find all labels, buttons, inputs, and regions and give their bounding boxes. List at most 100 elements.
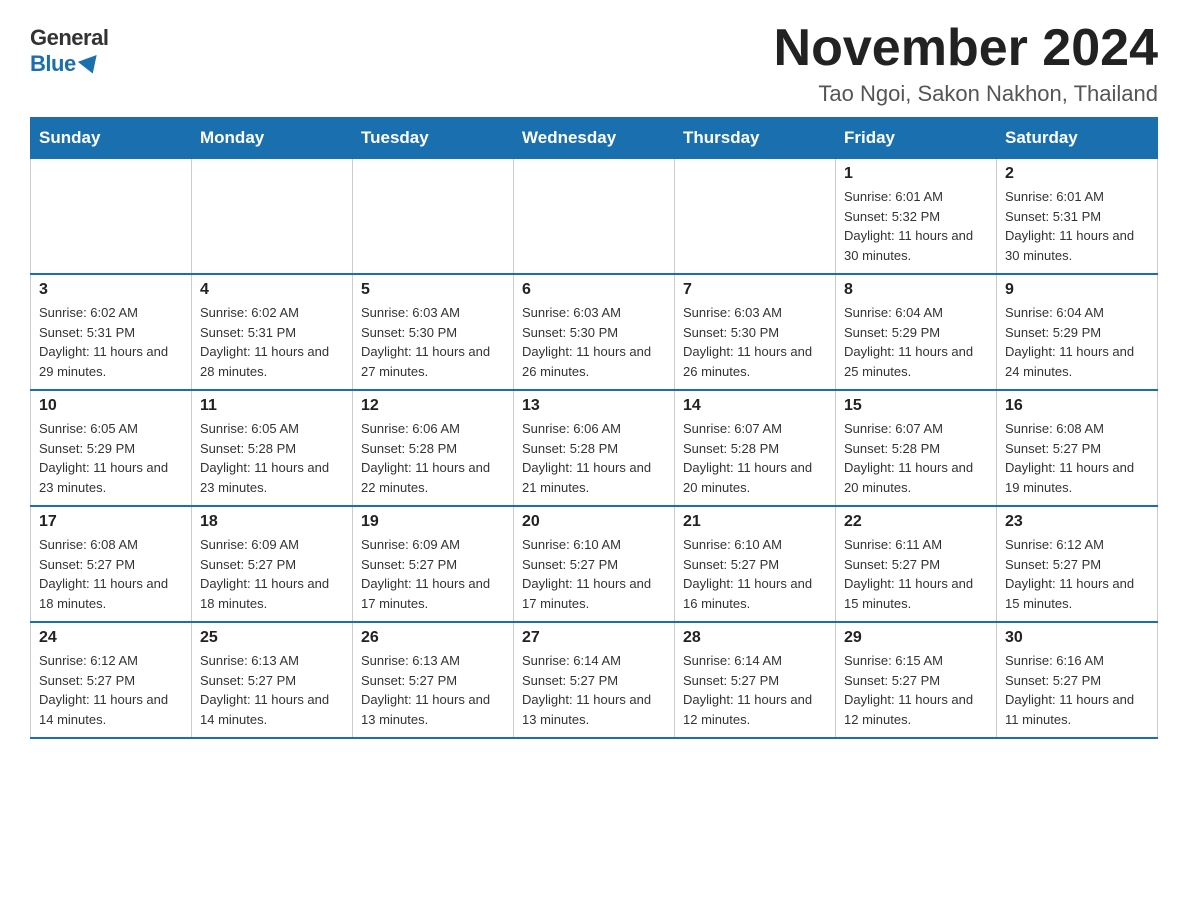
calendar-header-saturday: Saturday (997, 118, 1158, 159)
calendar-cell: 23 Sunrise: 6:12 AM Sunset: 5:27 PM Dayli… (997, 506, 1158, 622)
day-info: Sunrise: 6:13 AM Sunset: 5:27 PM Dayligh… (361, 651, 505, 729)
calendar-cell: 6Sunrise: 6:03 AM Sunset: 5:30 PM Daylig… (514, 274, 675, 390)
day-number: 8 (844, 281, 988, 299)
calendar-cell: 4 Sunrise: 6:02 AM Sunset: 5:31 PM Daylig… (192, 274, 353, 390)
day-info: Sunrise: 6:10 AM Sunset: 5:27 PM Dayligh… (683, 535, 827, 613)
calendar-cell: 14 Sunrise: 6:07 AM Sunset: 5:28 PM Dayli… (675, 390, 836, 506)
day-info: Sunrise: 6:11 AM Sunset: 5:27 PM Dayligh… (844, 535, 988, 613)
day-number: 22 (844, 513, 988, 531)
calendar-cell: 7Sunrise: 6:03 AM Sunset: 5:30 PM Daylig… (675, 274, 836, 390)
day-info: Sunrise: 6:08 AM Sunset: 5:27 PM Dayligh… (39, 535, 183, 613)
day-number: 3 (39, 281, 183, 299)
day-info: Sunrise: 6:07 AM Sunset: 5:28 PM Dayligh… (844, 419, 988, 497)
day-info: Sunrise: 6:04 AM Sunset: 5:29 PM Dayligh… (844, 303, 988, 381)
calendar-table: SundayMondayTuesdayWednesdayThursdayFrid… (30, 117, 1158, 739)
day-info: Sunrise: 6:01 AM Sunset: 5:31 PM Dayligh… (1005, 187, 1149, 265)
calendar-cell (675, 159, 836, 275)
day-number: 29 (844, 629, 988, 647)
calendar-week-row: 3 Sunrise: 6:02 AM Sunset: 5:31 PM Daylig… (31, 274, 1158, 390)
day-info: Sunrise: 6:03 AM Sunset: 5:30 PM Dayligh… (361, 303, 505, 381)
day-number: 23 (1005, 513, 1149, 531)
day-info: Sunrise: 6:09 AM Sunset: 5:27 PM Dayligh… (200, 535, 344, 613)
day-info: Sunrise: 6:13 AM Sunset: 5:27 PM Dayligh… (200, 651, 344, 729)
calendar-cell: 2 Sunrise: 6:01 AM Sunset: 5:31 PM Daylig… (997, 159, 1158, 275)
calendar-cell: 8 Sunrise: 6:04 AM Sunset: 5:29 PM Daylig… (836, 274, 997, 390)
calendar-cell: 25Sunrise: 6:13 AM Sunset: 5:27 PM Dayli… (192, 622, 353, 738)
calendar-header-sunday: Sunday (31, 118, 192, 159)
calendar-cell (353, 159, 514, 275)
calendar-header-monday: Monday (192, 118, 353, 159)
day-number: 15 (844, 397, 988, 415)
calendar-cell: 28 Sunrise: 6:14 AM Sunset: 5:27 PM Dayli… (675, 622, 836, 738)
day-number: 24 (39, 629, 183, 647)
day-number: 30 (1005, 629, 1149, 647)
calendar-header-friday: Friday (836, 118, 997, 159)
calendar-cell: 24 Sunrise: 6:12 AM Sunset: 5:27 PM Dayli… (31, 622, 192, 738)
day-info: Sunrise: 6:02 AM Sunset: 5:31 PM Dayligh… (200, 303, 344, 381)
day-info: Sunrise: 6:05 AM Sunset: 5:29 PM Dayligh… (39, 419, 183, 497)
day-number: 5 (361, 281, 505, 299)
day-info: Sunrise: 6:07 AM Sunset: 5:28 PM Dayligh… (683, 419, 827, 497)
calendar-cell: 30 Sunrise: 6:16 AM Sunset: 5:27 PM Dayli… (997, 622, 1158, 738)
logo: General Blue (30, 25, 108, 77)
day-number: 13 (522, 397, 666, 415)
day-info: Sunrise: 6:05 AM Sunset: 5:28 PM Dayligh… (200, 419, 344, 497)
day-number: 27 (522, 629, 666, 647)
day-info: Sunrise: 6:06 AM Sunset: 5:28 PM Dayligh… (522, 419, 666, 497)
day-number: 4 (200, 281, 344, 299)
day-info: Sunrise: 6:12 AM Sunset: 5:27 PM Dayligh… (39, 651, 183, 729)
calendar-cell: 13 Sunrise: 6:06 AM Sunset: 5:28 PM Dayli… (514, 390, 675, 506)
calendar-cell: 21 Sunrise: 6:10 AM Sunset: 5:27 PM Dayli… (675, 506, 836, 622)
calendar-cell: 9Sunrise: 6:04 AM Sunset: 5:29 PM Daylig… (997, 274, 1158, 390)
calendar-cell: 1Sunrise: 6:01 AM Sunset: 5:32 PM Daylig… (836, 159, 997, 275)
calendar-cell: 15 Sunrise: 6:07 AM Sunset: 5:28 PM Dayli… (836, 390, 997, 506)
day-info: Sunrise: 6:03 AM Sunset: 5:30 PM Dayligh… (522, 303, 666, 381)
day-info: Sunrise: 6:06 AM Sunset: 5:28 PM Dayligh… (361, 419, 505, 497)
day-number: 21 (683, 513, 827, 531)
calendar-header-wednesday: Wednesday (514, 118, 675, 159)
calendar-cell: 11 Sunrise: 6:05 AM Sunset: 5:28 PM Dayli… (192, 390, 353, 506)
day-number: 19 (361, 513, 505, 531)
day-info: Sunrise: 6:14 AM Sunset: 5:27 PM Dayligh… (683, 651, 827, 729)
calendar-header: SundayMondayTuesdayWednesdayThursdayFrid… (31, 118, 1158, 159)
day-info: Sunrise: 6:01 AM Sunset: 5:32 PM Dayligh… (844, 187, 988, 265)
calendar-cell: 17 Sunrise: 6:08 AM Sunset: 5:27 PM Dayli… (31, 506, 192, 622)
day-number: 14 (683, 397, 827, 415)
calendar-cell: 26Sunrise: 6:13 AM Sunset: 5:27 PM Dayli… (353, 622, 514, 738)
day-info: Sunrise: 6:02 AM Sunset: 5:31 PM Dayligh… (39, 303, 183, 381)
logo-triangle-icon (78, 55, 102, 77)
calendar-week-row: 17 Sunrise: 6:08 AM Sunset: 5:27 PM Dayli… (31, 506, 1158, 622)
calendar-header-thursday: Thursday (675, 118, 836, 159)
day-number: 17 (39, 513, 183, 531)
calendar-cell (31, 159, 192, 275)
day-number: 2 (1005, 165, 1149, 183)
calendar-week-row: 1Sunrise: 6:01 AM Sunset: 5:32 PM Daylig… (31, 159, 1158, 275)
calendar-cell: 27Sunrise: 6:14 AM Sunset: 5:27 PM Dayli… (514, 622, 675, 738)
calendar-cell: 5 Sunrise: 6:03 AM Sunset: 5:30 PM Daylig… (353, 274, 514, 390)
calendar-cell: 22 Sunrise: 6:11 AM Sunset: 5:27 PM Dayli… (836, 506, 997, 622)
day-number: 10 (39, 397, 183, 415)
day-number: 16 (1005, 397, 1149, 415)
day-info: Sunrise: 6:12 AM Sunset: 5:27 PM Dayligh… (1005, 535, 1149, 613)
calendar-cell: 12 Sunrise: 6:06 AM Sunset: 5:28 PM Dayli… (353, 390, 514, 506)
calendar-header-tuesday: Tuesday (353, 118, 514, 159)
logo-general-text: General (30, 25, 108, 51)
page-header: General Blue November 2024 Tao Ngoi, Sak… (30, 20, 1158, 107)
day-info: Sunrise: 6:09 AM Sunset: 5:27 PM Dayligh… (361, 535, 505, 613)
day-number: 20 (522, 513, 666, 531)
calendar-cell (514, 159, 675, 275)
day-info: Sunrise: 6:16 AM Sunset: 5:27 PM Dayligh… (1005, 651, 1149, 729)
day-number: 12 (361, 397, 505, 415)
calendar-cell: 20 Sunrise: 6:10 AM Sunset: 5:27 PM Dayli… (514, 506, 675, 622)
calendar-cell: 29Sunrise: 6:15 AM Sunset: 5:27 PM Dayli… (836, 622, 997, 738)
day-number: 28 (683, 629, 827, 647)
day-number: 11 (200, 397, 344, 415)
title-section: November 2024 Tao Ngoi, Sakon Nakhon, Th… (774, 20, 1158, 107)
calendar-body: 1Sunrise: 6:01 AM Sunset: 5:32 PM Daylig… (31, 159, 1158, 739)
day-number: 7 (683, 281, 827, 299)
calendar-cell (192, 159, 353, 275)
calendar-week-row: 10 Sunrise: 6:05 AM Sunset: 5:29 PM Dayli… (31, 390, 1158, 506)
subtitle: Tao Ngoi, Sakon Nakhon, Thailand (774, 81, 1158, 107)
day-number: 9 (1005, 281, 1149, 299)
day-info: Sunrise: 6:10 AM Sunset: 5:27 PM Dayligh… (522, 535, 666, 613)
